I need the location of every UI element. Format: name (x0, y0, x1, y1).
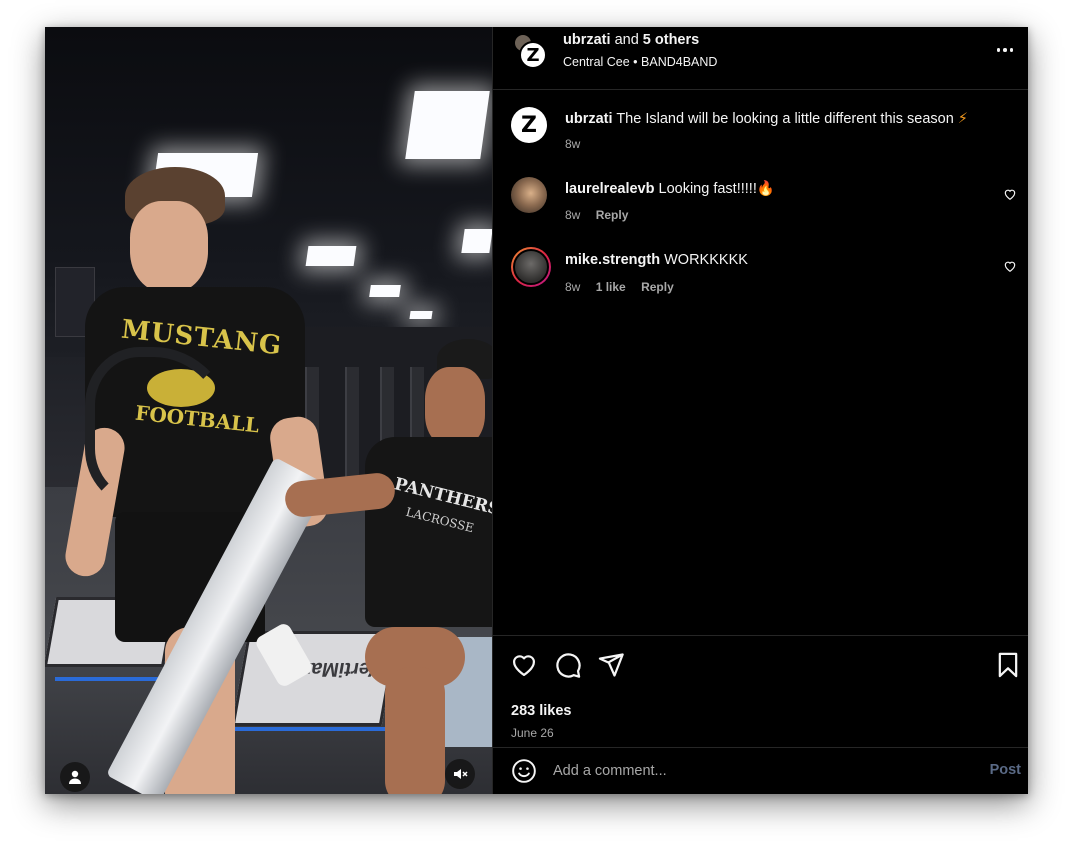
coach-head (425, 367, 485, 447)
comment-icon[interactable] (554, 651, 582, 679)
post-caption: Z ubrzati The Island will be looking a l… (493, 107, 1028, 157)
ceiling-light (409, 311, 433, 319)
collaborators-link[interactable]: 5 others (643, 32, 699, 48)
post-side-panel: Z ubrzati and 5 others Central Cee • BAN… (492, 27, 1028, 794)
coach-leg (385, 667, 445, 794)
comment-text: mike.strength WORKKKKK (565, 252, 748, 268)
comment-age[interactable]: 8w (565, 208, 580, 222)
muted-speaker-icon (454, 769, 468, 779)
more-options-dot (1003, 48, 1007, 52)
heart-icon[interactable] (510, 651, 538, 679)
reply-button[interactable]: Reply (641, 280, 674, 294)
author-username[interactable]: ubrzati (563, 32, 611, 48)
caption-body: The Island will be looking a little diff… (616, 111, 954, 127)
ceiling-light (369, 285, 401, 297)
mute-button[interactable] (445, 759, 475, 789)
comment-input[interactable] (553, 760, 953, 782)
comment-text: laurelrealevb Looking fast!!!!!🔥 (565, 180, 775, 197)
post-date: June 26 (511, 726, 554, 740)
collab-avatars[interactable]: Z (513, 33, 547, 69)
more-options-icon (996, 48, 1001, 52)
send-icon[interactable] (597, 651, 625, 679)
ceiling-light (461, 229, 492, 253)
caption-author-avatar[interactable]: Z (511, 107, 547, 143)
comment-emoji: 🔥 (756, 181, 775, 197)
author-and-text: and (614, 32, 639, 48)
user-tag-button[interactable] (60, 762, 90, 792)
comment-item: mike.strength WORKKKKK 8w 1 like Reply (493, 247, 1028, 299)
author-avatar: Z (519, 41, 547, 69)
comment-username[interactable]: mike.strength (565, 252, 660, 268)
caption-timestamp[interactable]: 8w (565, 137, 580, 151)
caption-age: 8w (565, 137, 580, 151)
coach: PANTHERS LACROSSE (283, 337, 492, 794)
caption-emoji: ⚡ (957, 111, 968, 127)
post-video[interactable]: VertiMax MUSTANG FOOTBALL PANTHERS LACRO… (45, 27, 492, 794)
caption-text: ubrzati The Island will be looking a lit… (565, 111, 968, 127)
comment-body: WORKKKKK (664, 252, 748, 268)
post-header: Z ubrzati and 5 others Central Cee • BAN… (493, 27, 1028, 90)
comment-age[interactable]: 8w (565, 280, 580, 294)
comment-username[interactable]: laurelrealevb (565, 181, 654, 197)
likes-count[interactable]: 283 likes (511, 703, 571, 719)
user-tag-icon (69, 770, 81, 784)
coach-shirt: PANTHERS LACROSSE (365, 437, 492, 627)
comment-meta: 8w Reply (565, 208, 628, 222)
post-comment-button[interactable]: Post (990, 762, 1021, 778)
more-options-dot (1009, 48, 1014, 52)
post-author-line: ubrzati and 5 others (563, 32, 699, 48)
post-dialog: VertiMax MUSTANG FOOTBALL PANTHERS LACRO… (45, 27, 1028, 794)
comment-item: laurelrealevb Looking fast!!!!!🔥 8w Repl… (493, 177, 1028, 229)
commenter-avatar[interactable] (511, 177, 547, 213)
comment-like-icon[interactable] (1003, 187, 1017, 201)
caption-username[interactable]: ubrzati (565, 111, 613, 127)
smiley-icon[interactable] (511, 758, 537, 784)
comment-like-icon[interactable] (1003, 259, 1017, 273)
bookmark-icon[interactable] (994, 651, 1022, 679)
comment-body: Looking fast!!!!! (658, 181, 757, 197)
reply-button[interactable]: Reply (596, 208, 629, 222)
more-options-button[interactable] (993, 42, 1017, 58)
ceiling-light (405, 91, 490, 159)
comment-meta: 8w 1 like Reply (565, 280, 674, 294)
comment-likes[interactable]: 1 like (596, 280, 626, 294)
add-comment-bar: Post (493, 747, 1028, 794)
commenter-avatar[interactable] (511, 247, 551, 287)
athlete-head (130, 201, 208, 293)
commenter-avatar-photo (513, 249, 549, 285)
audio-track[interactable]: Central Cee • BAND4BAND (563, 55, 717, 69)
